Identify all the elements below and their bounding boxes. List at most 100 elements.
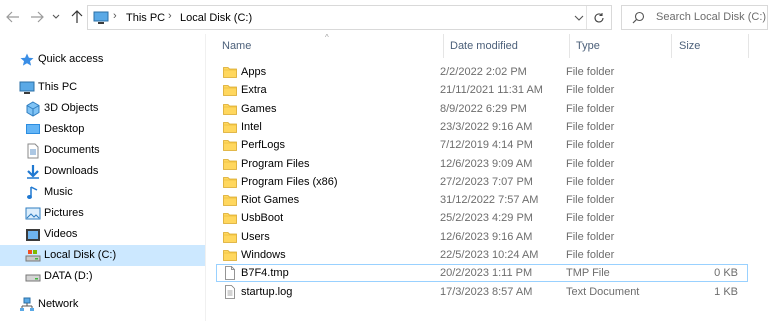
file-type: TMP File bbox=[566, 267, 610, 280]
column-divider[interactable] bbox=[748, 34, 749, 58]
folder-icon bbox=[223, 157, 237, 174]
file-size: 0 KB bbox=[714, 267, 738, 280]
table-row[interactable]: Extra 21/11/2021 11:31 AM File folder bbox=[216, 81, 748, 99]
file-type: File folder bbox=[566, 212, 615, 225]
folder-icon bbox=[223, 248, 237, 265]
file-name: Program Files bbox=[241, 157, 310, 170]
file-type: File folder bbox=[566, 194, 615, 207]
star-icon bbox=[20, 53, 34, 66]
folder-icon bbox=[223, 230, 237, 247]
file-type: Text Document bbox=[566, 285, 640, 298]
nav-item-this-pc[interactable]: This PC bbox=[0, 77, 205, 98]
file-name: Games bbox=[241, 102, 277, 115]
nav-item-pictures[interactable]: Pictures bbox=[0, 203, 205, 224]
file-type: File folder bbox=[566, 175, 615, 188]
file-name: PerfLogs bbox=[241, 139, 286, 152]
breadcrumb-this-pc[interactable]: This PC bbox=[126, 12, 165, 24]
table-row[interactable]: B7F4.tmp 20/2/2023 1:11 PM TMP File 0 KB bbox=[216, 264, 748, 283]
file-type: File folder bbox=[566, 230, 615, 243]
column-header-type[interactable]: Type bbox=[576, 40, 600, 52]
file-name: Intel bbox=[241, 120, 262, 133]
folder-icon bbox=[223, 193, 237, 210]
nav-item-music[interactable]: Music bbox=[0, 182, 205, 203]
column-header-size[interactable]: Size bbox=[679, 40, 700, 52]
chevron-down-icon[interactable] bbox=[573, 12, 585, 24]
column-divider[interactable] bbox=[569, 34, 570, 58]
table-row[interactable]: Program Files (x86) 27/2/2023 7:07 PM File… bbox=[216, 173, 748, 191]
table-row[interactable]: Windows 22/5/2023 10:24 AM File folder bbox=[216, 246, 748, 264]
nav-item-desktop[interactable]: Desktop bbox=[0, 119, 205, 140]
file-name: startup.log bbox=[241, 285, 293, 298]
table-row[interactable]: Users 12/6/2023 9:16 AM File folder bbox=[216, 228, 748, 246]
table-row[interactable]: startup.log 17/3/2023 8:57 AM Text Documen… bbox=[216, 283, 748, 301]
file-date-modified: 7/12/2019 4:14 PM bbox=[440, 139, 533, 152]
search-icon bbox=[632, 11, 645, 24]
column-divider[interactable] bbox=[671, 34, 672, 58]
file-date-modified: 27/2/2023 7:07 PM bbox=[440, 175, 533, 188]
file-name: B7F4.tmp bbox=[241, 267, 289, 280]
recent-locations-button[interactable] bbox=[50, 8, 62, 26]
file-name: UsbBoot bbox=[241, 212, 284, 225]
videos-icon bbox=[26, 229, 40, 241]
address-bar[interactable]: › This PC › Local Disk (C:) bbox=[87, 5, 612, 30]
table-row[interactable]: Games 8/9/2022 6:29 PM File folder bbox=[216, 100, 748, 118]
table-row[interactable]: UsbBoot 25/2/2023 4:29 PM File folder bbox=[216, 209, 748, 227]
file-date-modified: 8/9/2022 6:29 PM bbox=[440, 102, 527, 115]
desktop-icon bbox=[26, 124, 40, 134]
computer-icon bbox=[19, 81, 35, 94]
breadcrumb-local-disk[interactable]: Local Disk (C:) bbox=[180, 12, 252, 24]
folder-icon bbox=[223, 65, 237, 82]
refresh-button[interactable] bbox=[586, 6, 611, 29]
nav-item-data-d[interactable]: DATA (D:) bbox=[0, 266, 205, 287]
column-header-name[interactable]: Name bbox=[222, 40, 251, 52]
computer-icon bbox=[93, 11, 109, 24]
file-name: Extra bbox=[241, 84, 267, 97]
column-header-date-modified[interactable]: Date modified bbox=[450, 40, 518, 52]
file-name: Riot Games bbox=[241, 194, 300, 207]
file-date-modified: 12/6/2023 9:09 AM bbox=[440, 157, 533, 170]
nav-item-documents[interactable]: Documents bbox=[0, 140, 205, 161]
table-row[interactable]: Riot Games 31/12/2022 7:57 AM File folder bbox=[216, 191, 748, 209]
back-arrow-icon bbox=[6, 11, 19, 23]
folder-icon bbox=[223, 175, 237, 192]
text-file-icon bbox=[223, 284, 237, 302]
table-row[interactable]: Intel 23/3/2022 9:16 AM File folder bbox=[216, 118, 748, 136]
file-type: File folder bbox=[566, 157, 615, 170]
folder-icon bbox=[223, 138, 237, 155]
forward-button[interactable] bbox=[28, 8, 46, 26]
up-button[interactable] bbox=[68, 8, 86, 26]
drive-icon bbox=[25, 250, 41, 262]
file-name: Program Files (x86) bbox=[241, 175, 338, 188]
file-name: Windows bbox=[241, 249, 286, 261]
chevron-down-icon bbox=[52, 14, 60, 19]
nav-item-3d-objects[interactable]: 3D Objects bbox=[0, 98, 205, 119]
file-type: File folder bbox=[566, 66, 615, 78]
file-date-modified: 25/2/2023 4:29 PM bbox=[440, 212, 533, 225]
nav-item-local-disk-c[interactable]: Local Disk (C:) bbox=[0, 245, 205, 266]
nav-item-downloads[interactable]: Downloads bbox=[0, 161, 205, 182]
nav-item-quick-access[interactable]: Quick access bbox=[0, 49, 205, 70]
nav-item-videos[interactable]: Videos bbox=[0, 224, 205, 245]
file-type: File folder bbox=[566, 102, 615, 115]
forward-arrow-icon bbox=[31, 11, 44, 23]
table-row[interactable]: PerfLogs 7/12/2019 4:14 PM File folder bbox=[216, 136, 748, 154]
search-placeholder: Search Local Disk (C:) bbox=[656, 11, 767, 23]
file-date-modified: 22/5/2023 10:24 AM bbox=[440, 249, 539, 261]
table-row[interactable]: Program Files 12/6/2023 9:09 AM File folde… bbox=[216, 155, 748, 173]
address-row: › This PC › Local Disk (C:) Search Local… bbox=[0, 0, 768, 34]
file-date-modified: 20/2/2023 1:11 PM bbox=[440, 267, 533, 280]
music-icon bbox=[27, 186, 38, 199]
search-input[interactable]: Search Local Disk (C:) bbox=[621, 5, 768, 30]
file-date-modified: 31/12/2022 7:57 AM bbox=[440, 194, 539, 207]
folder-icon bbox=[223, 83, 237, 100]
table-row[interactable]: Apps 2/2/2022 2:02 PM File folder bbox=[216, 63, 748, 81]
folder-icon bbox=[223, 211, 237, 228]
back-button[interactable] bbox=[4, 8, 22, 26]
column-divider[interactable] bbox=[443, 34, 444, 58]
file-date-modified: 12/6/2023 9:16 AM bbox=[440, 230, 533, 243]
nav-item-network[interactable]: Network bbox=[0, 294, 205, 315]
breadcrumb-separator-icon: › bbox=[113, 10, 117, 22]
file-date-modified: 2/2/2022 2:02 PM bbox=[440, 66, 527, 78]
file-type: File folder bbox=[566, 120, 615, 133]
folder-icon bbox=[223, 102, 237, 119]
